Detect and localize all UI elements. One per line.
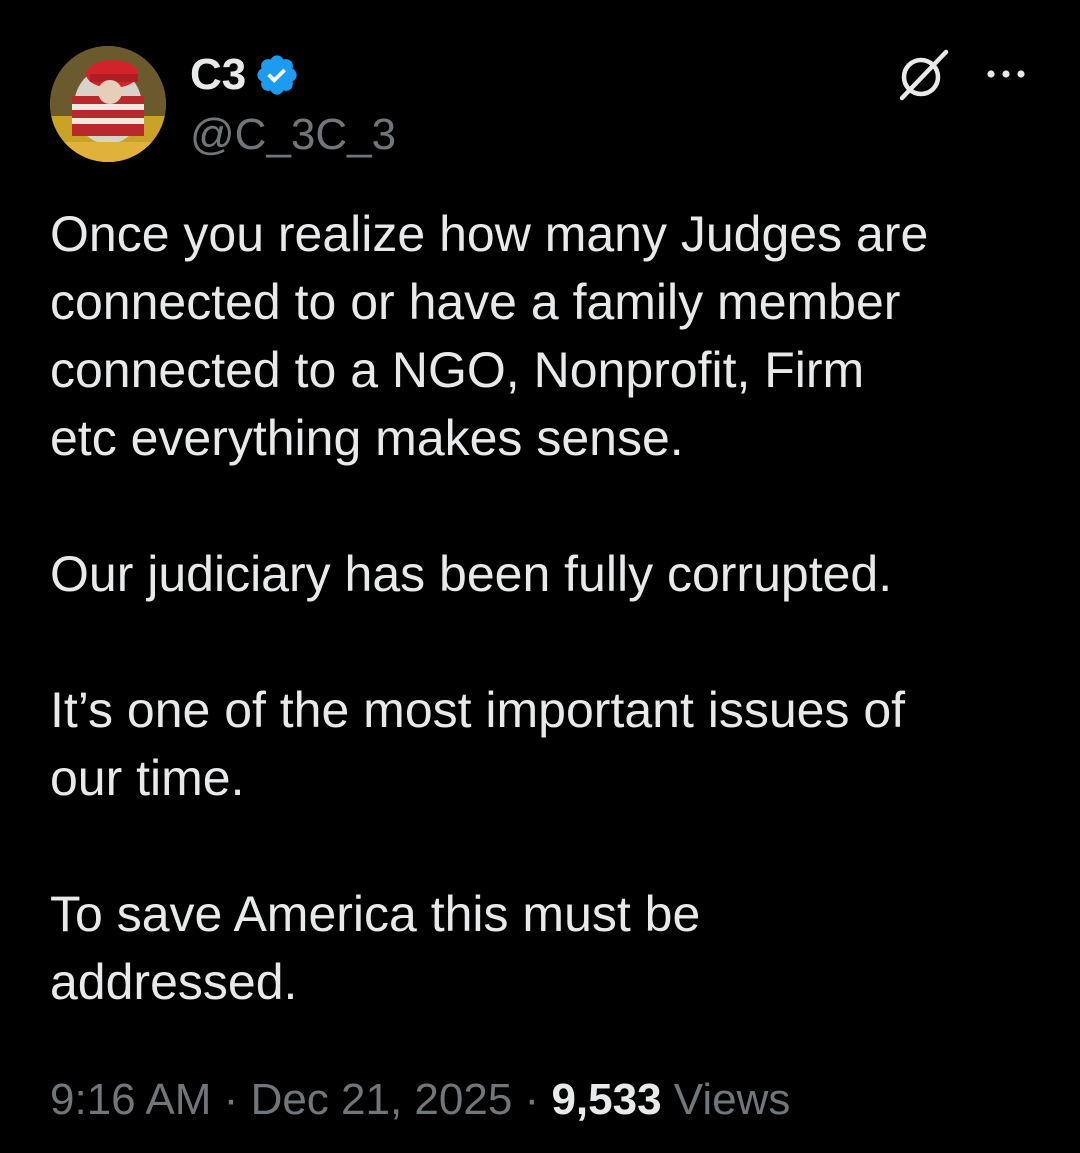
tweet-paragraph: Once you realize how many Judges are con… bbox=[50, 206, 929, 466]
verified-badge-icon[interactable] bbox=[254, 52, 300, 98]
more-options-icon[interactable] bbox=[982, 62, 1030, 86]
tweet-date[interactable]: Dec 21, 2025 bbox=[251, 1075, 513, 1124]
author-display-name-row[interactable]: C3 bbox=[190, 50, 300, 100]
tweet-body: Once you realize how many Judges are con… bbox=[50, 200, 1050, 1016]
views-count[interactable]: 9,533 bbox=[551, 1075, 661, 1124]
tweet-paragraph: It’s one of the most important issues of… bbox=[50, 682, 906, 806]
views-label[interactable]: Views bbox=[674, 1075, 791, 1124]
meta-separator: · bbox=[524, 1075, 540, 1124]
avatar-image bbox=[50, 46, 166, 162]
grok-icon[interactable] bbox=[894, 46, 952, 104]
author-display-name[interactable]: C3 bbox=[190, 50, 246, 100]
tweet-meta: 9:16 AM · Dec 21, 2025 · 9,533 Views bbox=[50, 1070, 790, 1130]
author-handle[interactable]: @C_3C_3 bbox=[190, 110, 396, 160]
tweet-card: C3 @C_3C_3 Once you realize how many Jud… bbox=[0, 0, 1080, 1153]
tweet-time[interactable]: 9:16 AM bbox=[50, 1075, 211, 1124]
avatar[interactable] bbox=[50, 46, 166, 162]
tweet-paragraph: Our judiciary has been fully corrupted. bbox=[50, 546, 893, 602]
tweet-paragraph: To save America this must be addressed. bbox=[50, 886, 701, 1010]
meta-separator: · bbox=[223, 1075, 239, 1124]
